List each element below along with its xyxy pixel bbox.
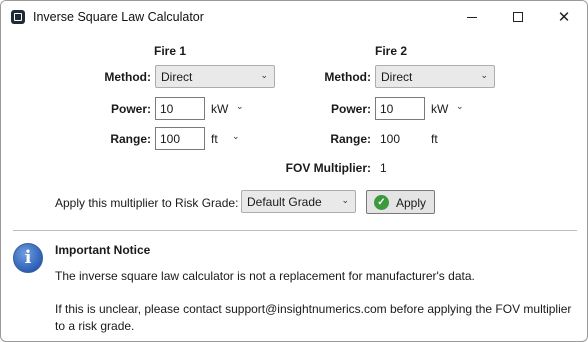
fire1-method-select[interactable]: Direct ⌄ — [155, 65, 275, 88]
fire2-range-label: Range: — [330, 132, 371, 146]
separator — [13, 230, 577, 231]
fire2-power-label: Power: — [330, 102, 371, 116]
calculator-window: Inverse Square Law Calculator ✕ Fire 1 M… — [0, 0, 588, 342]
close-button[interactable]: ✕ — [541, 1, 587, 33]
fov-multiplier-label: FOV Multiplier: — [285, 161, 371, 175]
chevron-down-icon: ⌄ — [341, 195, 349, 205]
fov-multiplier-value: 1 — [380, 161, 387, 175]
apply-button-label: Apply — [396, 196, 427, 210]
chevron-down-icon[interactable]: ⌄ — [236, 101, 244, 112]
app-icon — [11, 10, 25, 24]
fire1-method-label: Method: — [104, 70, 151, 84]
fire2-range-unit: ft — [431, 132, 438, 146]
maximize-icon — [513, 12, 523, 22]
notice-line-2: If this is unclear, please contact suppo… — [55, 302, 572, 316]
fire1-range-label: Range: — [110, 132, 151, 146]
fire2-range-value: 100 — [380, 132, 401, 146]
fire2-power-input[interactable]: 10 — [375, 97, 425, 120]
fire1-range-input[interactable]: 100 — [155, 127, 205, 150]
fire1-power-input[interactable]: 10 — [155, 97, 205, 120]
fire2-power-unit[interactable]: kW — [431, 102, 448, 116]
info-icon: i — [13, 243, 43, 273]
fire2-method-value: Direct — [381, 70, 413, 84]
chevron-down-icon: ⌄ — [260, 70, 268, 80]
maximize-button[interactable] — [495, 1, 541, 33]
minimize-icon — [467, 16, 477, 18]
notice-title: Important Notice — [55, 243, 151, 257]
fire1-heading: Fire 1 — [154, 44, 187, 58]
chevron-down-icon[interactable]: ⌄ — [232, 131, 240, 142]
chevron-down-icon[interactable]: ⌄ — [456, 101, 464, 112]
title-bar: Inverse Square Law Calculator ✕ — [1, 1, 587, 33]
fire1-method-value: Direct — [161, 70, 193, 84]
minimize-button[interactable] — [449, 1, 495, 33]
risk-grade-select[interactable]: Default Grade ⌄ — [241, 190, 356, 213]
risk-grade-value: Default Grade — [247, 195, 322, 209]
apply-risk-grade-label: Apply this multiplier to Risk Grade: — [55, 196, 239, 210]
fire2-method-label: Method: — [324, 70, 371, 84]
check-circle-icon: ✓ — [374, 195, 389, 210]
fire2-heading: Fire 2 — [375, 44, 408, 58]
window-title: Inverse Square Law Calculator — [33, 10, 204, 24]
notice-line-1: The inverse square law calculator is not… — [55, 269, 475, 283]
fire1-power-label: Power: — [110, 102, 151, 116]
notice-line-3: to a risk grade. — [55, 319, 135, 333]
fire2-method-select[interactable]: Direct ⌄ — [375, 65, 495, 88]
close-icon: ✕ — [557, 8, 571, 26]
apply-button[interactable]: ✓ Apply — [366, 190, 435, 214]
fire1-power-unit[interactable]: kW — [211, 102, 228, 116]
chevron-down-icon: ⌄ — [480, 70, 488, 80]
fire1-range-unit[interactable]: ft — [211, 132, 218, 146]
